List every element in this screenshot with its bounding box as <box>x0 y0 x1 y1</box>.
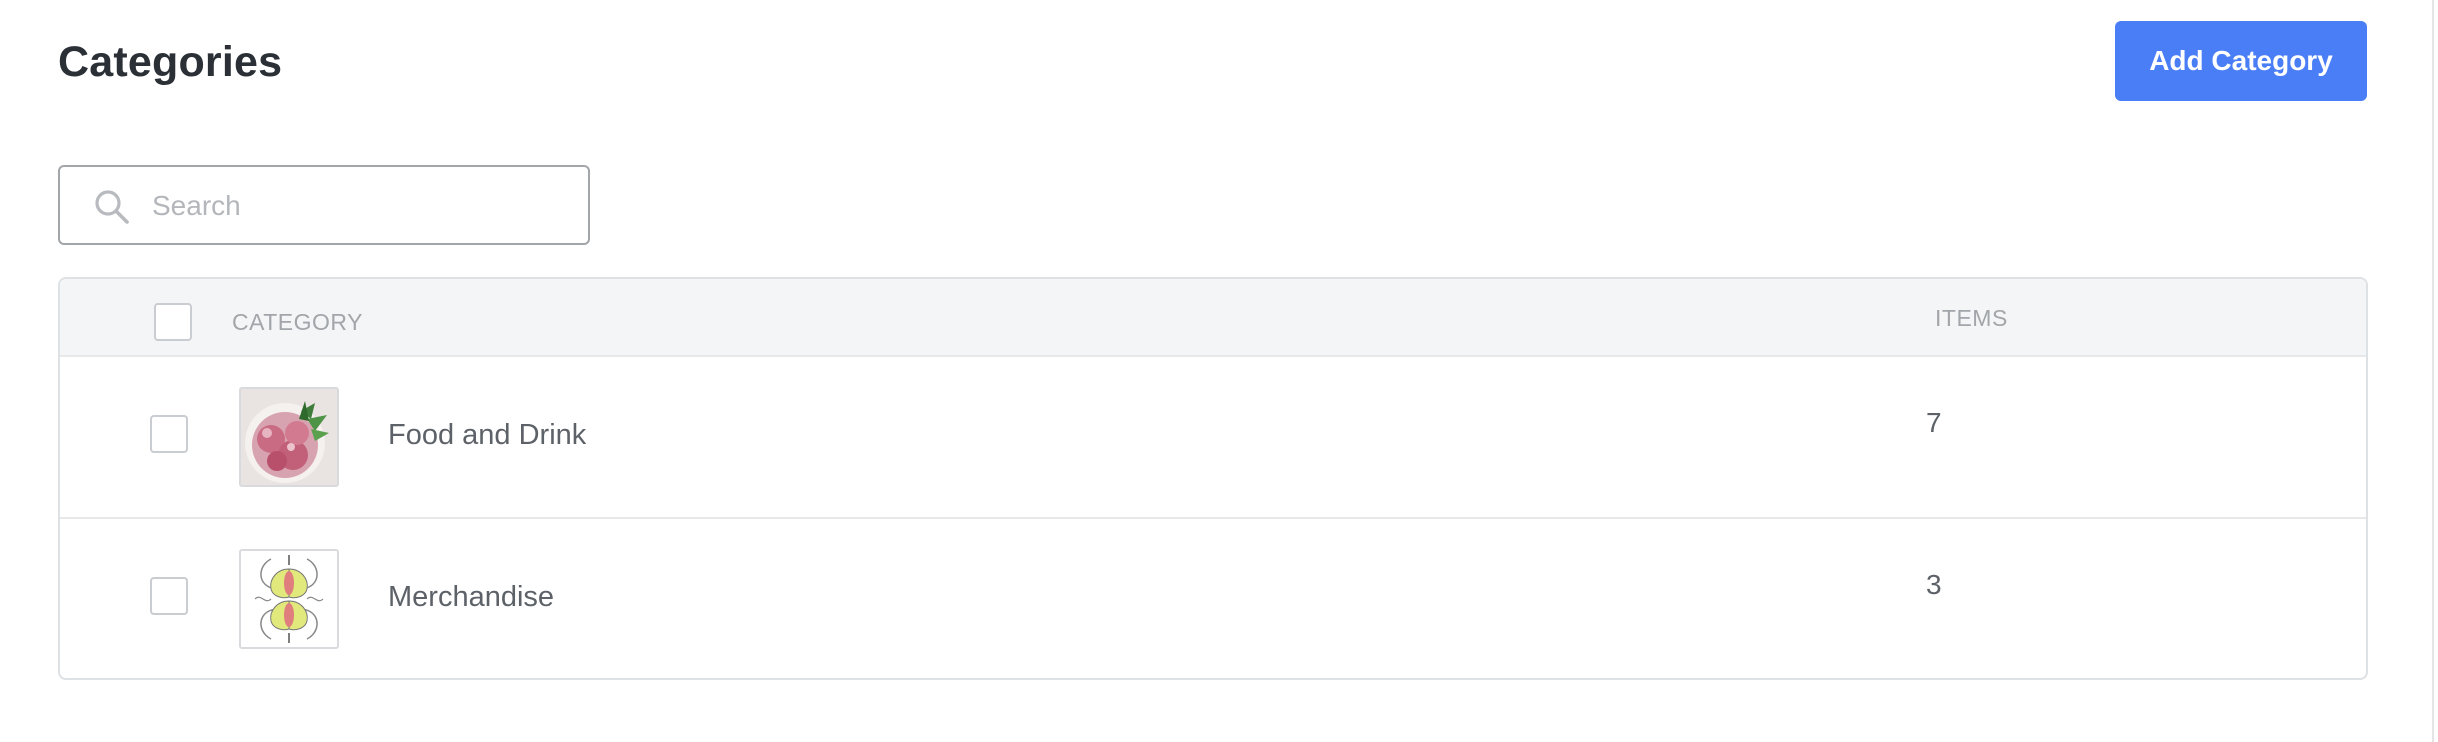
table-header: CATEGORY ITEMS <box>60 279 2366 357</box>
table-row[interactable]: Food and Drink 7 <box>60 357 2366 519</box>
row-checkbox[interactable] <box>150 577 188 615</box>
table-row[interactable]: Merchandise 3 <box>60 519 2366 678</box>
category-name[interactable]: Merchandise <box>388 581 554 614</box>
column-header-category[interactable]: CATEGORY <box>232 309 363 336</box>
categories-table: CATEGORY ITEMS Food and Drink 7 Merchand… <box>58 277 2368 680</box>
row-checkbox[interactable] <box>150 415 188 453</box>
column-header-items[interactable]: ITEMS <box>1935 305 2008 332</box>
select-all-checkbox[interactable] <box>154 303 192 341</box>
search-input[interactable] <box>150 181 574 231</box>
scrollbar-track[interactable] <box>2432 0 2434 742</box>
category-thumbnail <box>239 387 339 487</box>
item-count: 3 <box>1926 569 1942 600</box>
category-thumbnail <box>239 549 339 649</box>
add-category-button[interactable]: Add Category <box>2115 21 2367 101</box>
item-count: 7 <box>1926 407 1942 438</box>
search-box <box>58 165 590 245</box>
pear-pattern-image <box>241 551 337 647</box>
categories-page: Categories Add Category CATEGORY ITEMS <box>0 0 2438 742</box>
search-icon <box>95 190 129 224</box>
sorbet-photo-image <box>241 389 337 485</box>
page-title: Categories <box>58 38 283 86</box>
category-name[interactable]: Food and Drink <box>388 419 586 452</box>
